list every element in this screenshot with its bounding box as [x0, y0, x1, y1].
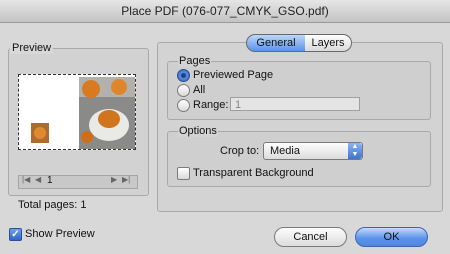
crop-to-value: Media: [270, 145, 300, 157]
preview-thumbnail: [18, 74, 136, 150]
pages-label: Pages: [178, 55, 212, 67]
range-input[interactable]: 1: [230, 97, 360, 111]
next-page-icon[interactable]: ▶: [111, 175, 117, 184]
show-preview-label: Show Preview: [25, 228, 95, 240]
radio-previewed-page[interactable]: [177, 69, 190, 82]
cancel-button[interactable]: Cancel: [274, 227, 347, 247]
crop-to-label: Crop to:: [220, 145, 260, 157]
preview-image: [31, 77, 135, 149]
first-page-icon[interactable]: |◀: [22, 175, 30, 184]
tab-general[interactable]: General: [246, 34, 306, 52]
select-arrows-icon: ▲ ▼: [348, 143, 362, 159]
prev-page-icon[interactable]: ◀: [35, 175, 41, 184]
options-label: Options: [178, 125, 218, 137]
ok-button[interactable]: OK: [355, 227, 428, 247]
crop-to-select[interactable]: Media ▲ ▼: [263, 142, 363, 160]
preview-label: Preview: [10, 42, 54, 54]
tab-layers[interactable]: Layers: [305, 34, 352, 52]
window-title: Place PDF (076-077_CMYK_GSO.pdf): [0, 0, 450, 23]
radio-previewed-page-label: Previewed Page: [193, 69, 274, 81]
radio-all-label: All: [193, 84, 206, 96]
radio-range-label: Range:: [193, 99, 229, 111]
page-number-field[interactable]: 1: [47, 175, 53, 186]
transparent-background-label: Transparent Background: [193, 167, 314, 179]
total-pages: Total pages: 1: [18, 199, 87, 211]
page-navigator: |◀ ◀ 1 ▶ ▶|: [18, 175, 138, 189]
transparent-background-checkbox[interactable]: [177, 167, 190, 180]
show-preview-checkbox[interactable]: ✓: [9, 228, 22, 241]
radio-range[interactable]: [177, 99, 190, 112]
last-page-icon[interactable]: ▶|: [122, 175, 130, 184]
radio-all[interactable]: [177, 84, 190, 97]
